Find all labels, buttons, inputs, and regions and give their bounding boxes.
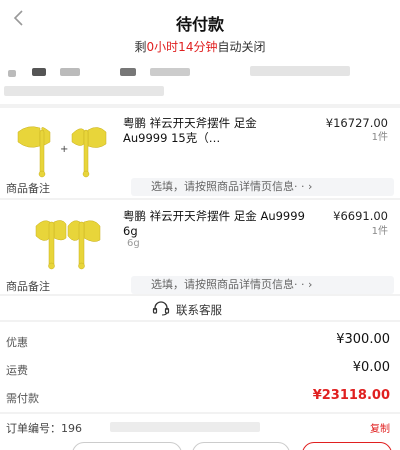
remark-label: 商品备注 (6, 280, 50, 293)
page-title: 待付款 (175, 15, 224, 34)
redacted-block (32, 68, 46, 76)
copy-button[interactable]: 复制 (370, 420, 390, 435)
product-card[interactable]: 粤鹏 祥云开天斧摆件 足金 Au9999 6g 6g ¥6691.00 1件 商… (0, 200, 400, 294)
redacted-block (8, 70, 16, 77)
product-spec: 6g (127, 238, 140, 249)
fee-summary: 优惠 ¥300.00 运费 ¥0.00 需付款 ¥23118.00 (0, 322, 400, 412)
product-name[interactable]: 粤鹏 祥云开天斧摆件 足金 Au9999 15克（… (123, 116, 303, 146)
redacted-block (60, 68, 80, 76)
product-image[interactable]: + (10, 116, 110, 186)
product-card[interactable]: + 粤鹏 祥云开天斧摆件 足金 Au9999 15克（… ¥16727.00 1… (0, 108, 400, 198)
payable-label: 需付款 (6, 392, 39, 405)
remark-label: 商品备注 (6, 182, 50, 195)
payable-value: ¥23118.00 (312, 388, 390, 403)
order-number-value: 196 (61, 422, 82, 435)
contact-service-label[interactable]: 联系客服 (176, 302, 222, 318)
contact-service-row[interactable]: 联系客服 (0, 296, 400, 320)
pay-button[interactable] (302, 442, 392, 450)
discount-value: ¥300.00 (336, 332, 390, 347)
shipping-label: 运费 (6, 364, 28, 377)
remark-input[interactable]: 选填，请按照商品详情页信息· · › (131, 178, 394, 196)
product-quantity: 1件 (371, 226, 388, 237)
redacted-block (120, 68, 136, 76)
shipping-value: ¥0.00 (352, 360, 390, 375)
order-number-label: 订单编号：196 (6, 422, 82, 435)
header: 待付款 剩0小时14分钟自动关闭 (0, 0, 400, 60)
countdown-text: 剩0小时14分钟自动关闭 (134, 40, 266, 54)
address-section[interactable] (0, 60, 400, 104)
svg-text:+: + (60, 144, 68, 155)
discount-label: 优惠 (6, 336, 28, 349)
headset-icon (152, 300, 170, 319)
product-price: ¥6691.00 (333, 209, 388, 223)
cancel-order-button[interactable] (192, 442, 290, 450)
redacted-block (250, 66, 350, 76)
modify-address-button[interactable] (72, 442, 182, 450)
product-image[interactable] (22, 210, 122, 280)
redacted-block (4, 86, 164, 96)
redacted-block (150, 68, 190, 76)
product-quantity: 1件 (371, 132, 388, 143)
redacted-block (110, 422, 260, 432)
product-name[interactable]: 粤鹏 祥云开天斧摆件 足金 Au9999 6g (123, 209, 313, 239)
remark-input[interactable]: 选填，请按照商品详情页信息· · › (131, 276, 394, 294)
countdown-time: 0小时14分钟 (146, 40, 218, 54)
